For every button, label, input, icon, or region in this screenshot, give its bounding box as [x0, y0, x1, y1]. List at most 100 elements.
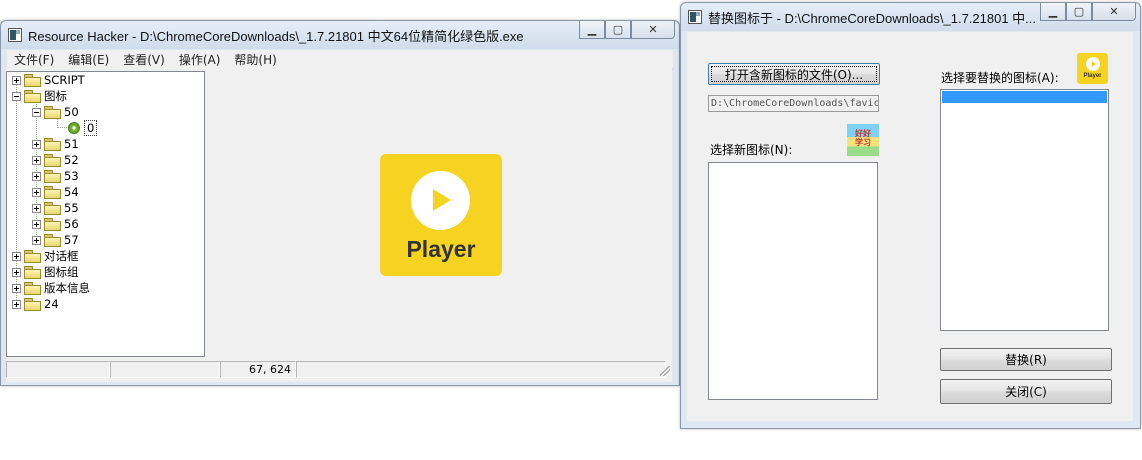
tree-label: SCRIPT	[44, 73, 85, 87]
icon-preview-pane: Player	[208, 71, 672, 357]
status-pane-4	[296, 361, 666, 378]
expand-icon[interactable]	[12, 299, 21, 309]
replace-button[interactable]: 替换(R)	[940, 348, 1112, 371]
new-icon-label: 选择新图标(N):	[710, 143, 793, 157]
replace-icon-list[interactable]	[940, 89, 1109, 331]
dialog-close-window-button[interactable]: ✕	[1092, 3, 1136, 21]
player-mini-icon: Player	[1077, 53, 1108, 84]
expand-icon[interactable]	[32, 171, 41, 181]
folder-icon	[44, 202, 61, 215]
menu-action[interactable]: 操作(A)	[172, 51, 228, 68]
tree-label: 53	[64, 169, 79, 183]
resize-grip-icon[interactable]	[660, 366, 670, 376]
player-icon-preview: Player	[380, 154, 502, 276]
expand-icon[interactable]	[32, 235, 41, 245]
folder-open-icon	[24, 90, 41, 103]
mini-play-icon	[1092, 61, 1096, 67]
tree-item-54[interactable]: 54	[32, 184, 79, 200]
tree-item-version-info[interactable]: 版本信息	[12, 280, 90, 296]
main-titlebar[interactable]: Resource Hacker - D:\ChromeCoreDownloads…	[1, 21, 679, 49]
status-coordinates: 67, 624	[220, 361, 296, 378]
resource-gear-icon	[68, 122, 80, 134]
folder-icon	[24, 250, 41, 263]
mini-player-label: Player	[1083, 73, 1102, 79]
tree-item-52[interactable]: 52	[32, 152, 79, 168]
tree-item-icon[interactable]: 图标	[12, 88, 67, 104]
folder-icon	[44, 218, 61, 231]
dialog-minimize-button[interactable]: ▁	[1040, 3, 1066, 21]
folder-open-icon	[44, 106, 61, 119]
dialog-title: 替换图标于 - D:\ChromeCoreDownloads\_1.7.2180…	[708, 10, 1037, 26]
statusbar: 67, 624	[6, 361, 672, 378]
tree-label: 55	[64, 201, 79, 215]
folder-icon	[24, 282, 41, 295]
tree-item-53[interactable]: 53	[32, 168, 79, 184]
selected-list-item[interactable]	[942, 91, 1107, 103]
tree-item-script[interactable]: SCRIPT	[12, 72, 85, 88]
expand-icon[interactable]	[32, 155, 41, 165]
collapse-icon[interactable]	[32, 107, 41, 117]
tree-label: 56	[64, 217, 79, 231]
tree-item-icon-group[interactable]: 图标组	[12, 264, 79, 280]
tree-label: 图标组	[44, 265, 79, 279]
dialog-app-icon	[688, 10, 702, 24]
tree-item-24[interactable]: 24	[12, 296, 59, 312]
expand-icon[interactable]	[32, 219, 41, 229]
folder-icon	[44, 170, 61, 183]
folder-icon	[44, 138, 61, 151]
folder-icon	[24, 74, 41, 87]
menu-edit[interactable]: 编辑(E)	[61, 51, 116, 68]
dialog-maximize-button[interactable]: ▢	[1066, 3, 1092, 21]
resource-hacker-app-icon	[8, 28, 22, 42]
tree-label: 54	[64, 185, 79, 199]
tree-label: 24	[44, 297, 59, 311]
expand-icon[interactable]	[12, 251, 21, 261]
player-label: Player	[406, 236, 476, 262]
main-caption-buttons: ▁ ▢ ✕	[579, 21, 675, 39]
play-circle	[411, 171, 470, 230]
status-pane-2	[110, 361, 220, 378]
menu-file[interactable]: 文件(F)	[7, 51, 61, 68]
tree-label: 对话框	[44, 249, 79, 263]
new-icon-thumbnail: 好好 学习	[847, 124, 879, 156]
tree-item-57[interactable]: 57	[32, 232, 79, 248]
tree-item-0[interactable]: 0	[68, 120, 98, 136]
dialog-caption-buttons: ▁ ▢ ✕	[1040, 3, 1136, 21]
file-path-field[interactable]: D:\ChromeCoreDownloads\favic	[708, 95, 879, 112]
close-button[interactable]: 关闭(C)	[940, 379, 1112, 404]
collapse-icon[interactable]	[12, 91, 21, 101]
tree-label: 版本信息	[44, 281, 90, 295]
folder-icon	[44, 234, 61, 247]
new-icon-list[interactable]	[708, 162, 878, 400]
resource-tree[interactable]: SCRIPT 图标 50 0 51 52 53 54 55 56 57 对话框 …	[6, 71, 205, 357]
fav-icon-text: 好好 学习	[855, 129, 871, 147]
tree-item-55[interactable]: 55	[32, 200, 79, 216]
expand-icon[interactable]	[32, 187, 41, 197]
expand-icon[interactable]	[12, 283, 21, 293]
tree-item-50[interactable]: 50	[32, 104, 79, 120]
folder-icon	[44, 154, 61, 167]
expand-icon[interactable]	[12, 75, 21, 85]
expand-icon[interactable]	[12, 267, 21, 277]
tree-label: 0	[83, 120, 98, 136]
folder-icon	[24, 266, 41, 279]
tree-label: 57	[64, 233, 79, 247]
folder-icon	[24, 298, 41, 311]
tree-item-51[interactable]: 51	[32, 136, 79, 152]
replace-icon-label: 选择要替换的图标(A):	[941, 71, 1059, 85]
menubar: 文件(F) 编辑(E) 查看(V) 操作(A) 帮助(H)	[7, 50, 673, 69]
close-window-button[interactable]: ✕	[631, 21, 675, 39]
menu-view[interactable]: 查看(V)	[116, 51, 172, 68]
expand-icon[interactable]	[32, 203, 41, 213]
tree-label: 图标	[44, 89, 67, 103]
menu-help[interactable]: 帮助(H)	[227, 51, 283, 68]
open-icon-file-button[interactable]: 打开含新图标的文件(O)...	[708, 63, 880, 85]
main-window-title: Resource Hacker - D:\ChromeCoreDownloads…	[28, 28, 524, 44]
minimize-button[interactable]: ▁	[579, 21, 605, 39]
tree-item-56[interactable]: 56	[32, 216, 79, 232]
expand-icon[interactable]	[32, 139, 41, 149]
tree-label: 50	[64, 105, 79, 119]
tree-item-dialog[interactable]: 对话框	[12, 248, 79, 264]
maximize-button[interactable]: ▢	[605, 21, 631, 39]
tree-label: 51	[64, 137, 79, 151]
